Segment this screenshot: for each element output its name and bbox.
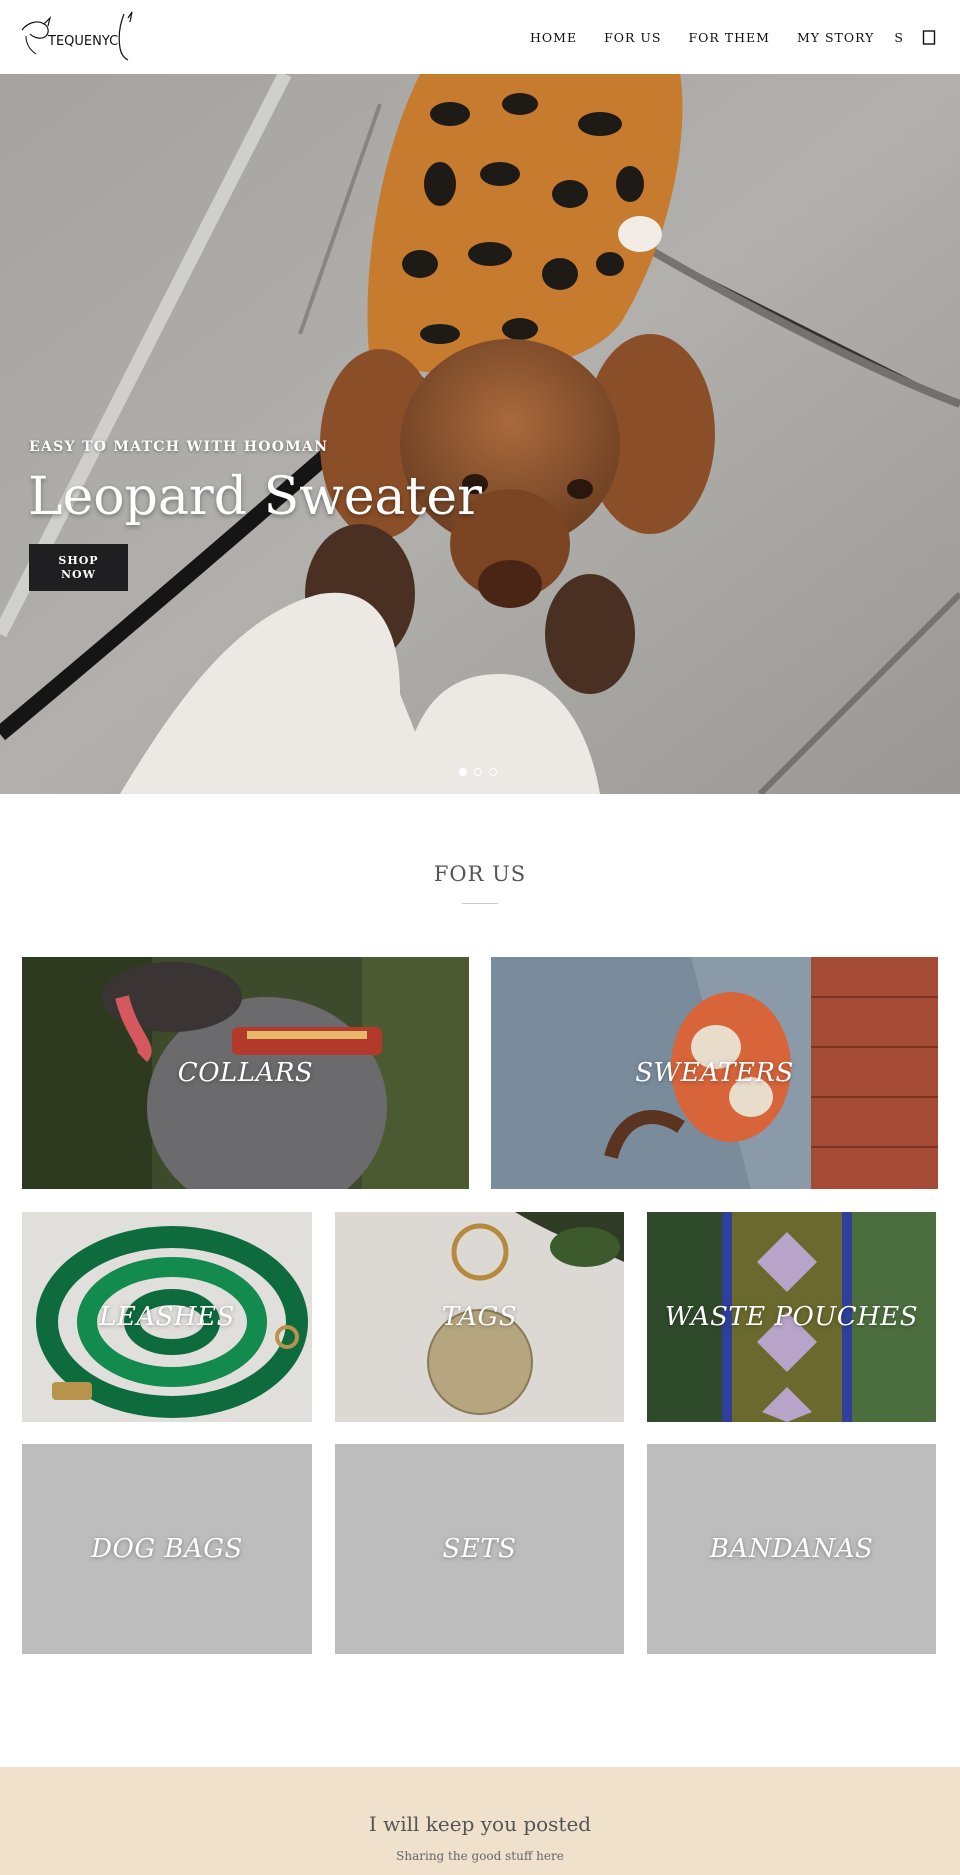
logo-text: TEQUENYC xyxy=(47,34,118,49)
shopping-bag-icon[interactable] xyxy=(922,29,936,45)
logo[interactable]: TEQUENYC xyxy=(20,10,142,64)
slider-dots xyxy=(459,768,504,776)
shop-now-button[interactable]: SHOP NOW xyxy=(29,544,128,591)
hero-title: Leopard Sweater xyxy=(28,467,483,527)
newsletter-title: I will keep you posted xyxy=(368,1812,592,1836)
nav-my-story[interactable]: MY STORY xyxy=(797,30,874,45)
category-waste-pouches[interactable]: WASTE POUCHES xyxy=(647,1212,936,1422)
category-collars[interactable]: COLLARS xyxy=(22,957,469,1189)
section-divider xyxy=(462,903,498,904)
site-header: TEQUENYC HOME FOR US FOR THEM MY STORY S xyxy=(0,0,960,74)
slider-dot-1[interactable] xyxy=(459,768,467,776)
hero-banner: EASY TO MATCH WITH HOOMAN Leopard Sweate… xyxy=(0,74,960,794)
category-sets[interactable]: SETS xyxy=(335,1444,624,1654)
category-label: SWEATERS xyxy=(635,1058,794,1088)
category-tags[interactable]: TAGS xyxy=(335,1212,624,1422)
section-title-for-us: FOR US xyxy=(433,862,527,886)
slider-dot-3[interactable] xyxy=(489,768,497,776)
category-bandanas[interactable]: BANDANAS xyxy=(647,1444,936,1654)
slider-dot-2[interactable] xyxy=(474,768,482,776)
category-leashes[interactable]: LEASHES xyxy=(22,1212,312,1422)
main-nav: HOME FOR US FOR THEM MY STORY S xyxy=(503,0,936,74)
category-label: TAGS xyxy=(441,1302,518,1332)
category-sweaters[interactable]: SWEATERS xyxy=(491,957,938,1189)
category-label: WASTE POUCHES xyxy=(664,1302,919,1332)
hero-image xyxy=(0,74,960,794)
category-label: LEASHES xyxy=(99,1302,235,1332)
category-label: SETS xyxy=(442,1534,517,1564)
newsletter-subtitle: Sharing the good stuff here xyxy=(396,1849,564,1863)
nav-for-them[interactable]: FOR THEM xyxy=(689,30,770,45)
hero-eyebrow: EASY TO MATCH WITH HOOMAN xyxy=(29,439,329,455)
nav-for-us[interactable]: FOR US xyxy=(604,30,661,45)
category-label: COLLARS xyxy=(177,1058,314,1088)
category-label: BANDANAS xyxy=(709,1534,874,1564)
category-dog-bags[interactable]: DOG BAGS xyxy=(22,1444,312,1654)
nav-search[interactable]: S xyxy=(894,30,904,45)
nav-home[interactable]: HOME xyxy=(530,30,577,45)
category-label: DOG BAGS xyxy=(91,1534,243,1564)
